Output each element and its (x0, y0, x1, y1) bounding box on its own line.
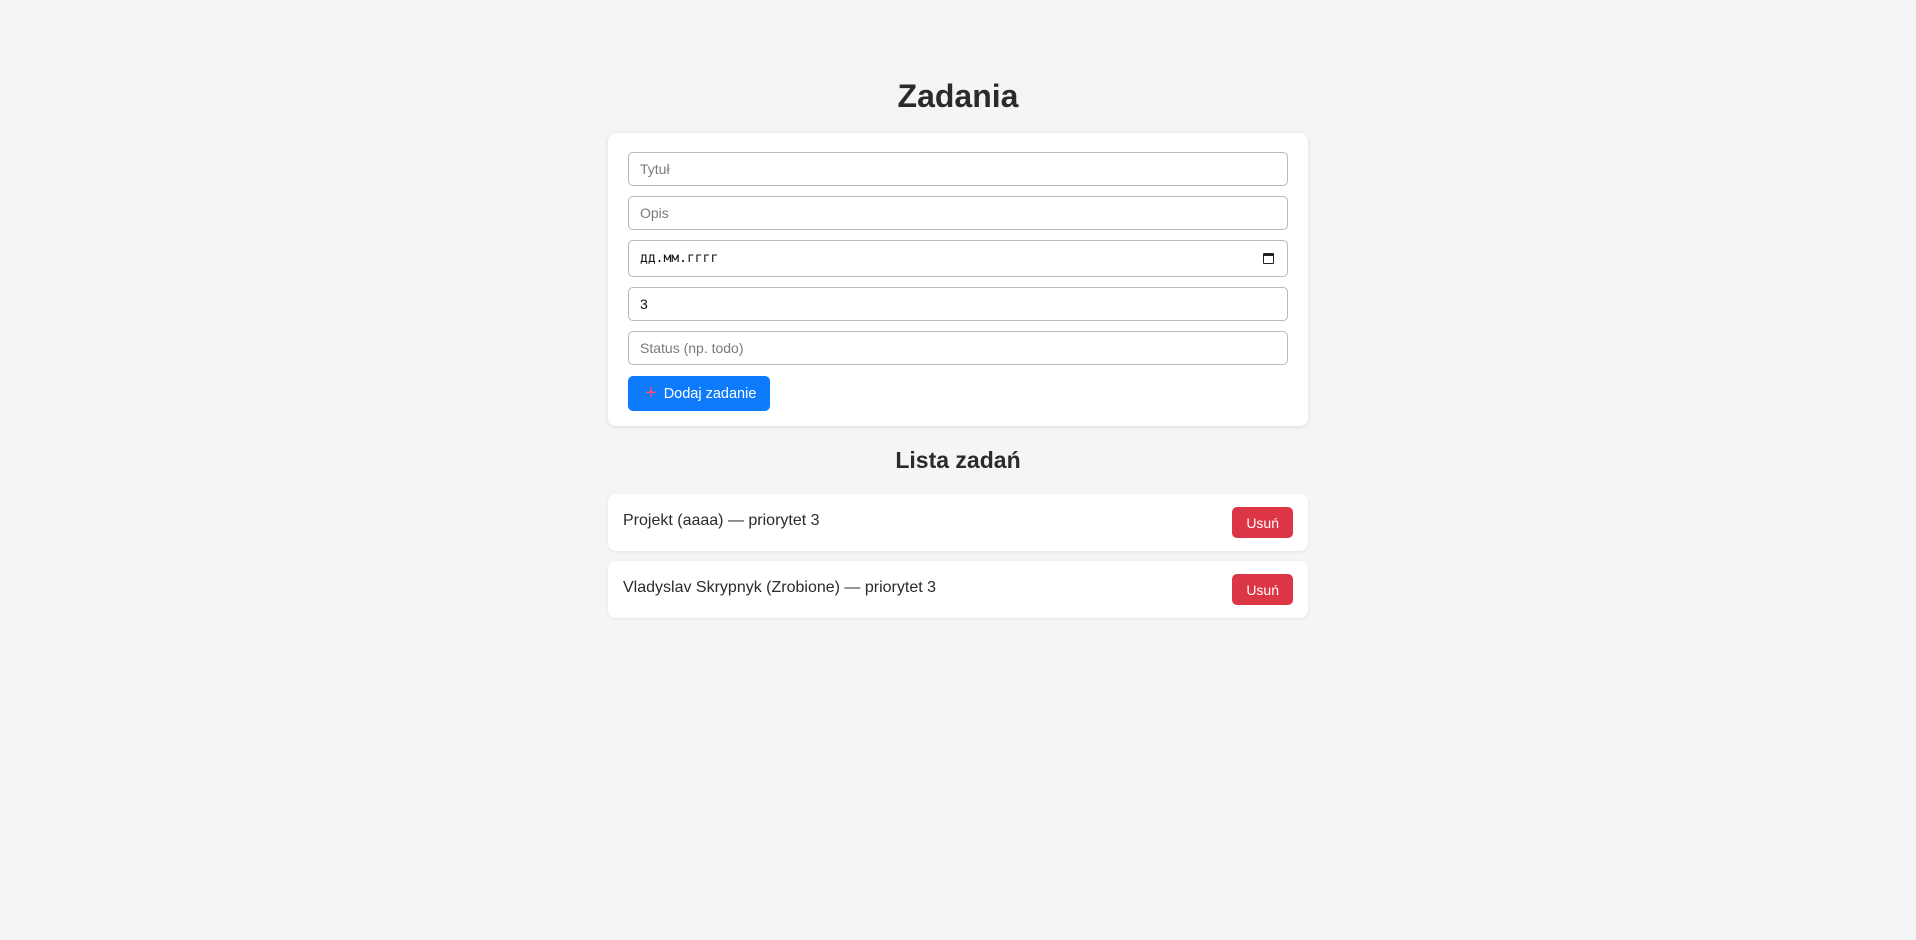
date-input[interactable]: дд.мм.гггг (628, 240, 1288, 277)
title-input[interactable]: Tytuł (628, 152, 1288, 186)
date-input-placeholder: дд.мм.гггг (640, 251, 719, 266)
add-task-button[interactable]: + Dodaj zadanie (628, 376, 771, 411)
add-task-button-label: Dodaj zadanie (663, 385, 757, 402)
list-item: Projekt (aaaa) — priorytet 3 Usuń (608, 494, 1308, 551)
task-form: Tytuł Opis дд.мм.гггг 3 Status (np. todo… (608, 133, 1308, 426)
delete-button[interactable]: Usuń (1232, 507, 1293, 538)
status-input-placeholder: Status (np. todo) (640, 340, 744, 356)
calendar-icon[interactable] (1263, 253, 1274, 264)
plus-icon: + (645, 381, 657, 404)
task-list-title: Lista zadań (895, 447, 1021, 473)
description-input[interactable]: Opis (628, 196, 1288, 230)
page-title: Zadania (897, 78, 1019, 114)
priority-input-value: 3 (640, 296, 648, 312)
status-input[interactable]: Status (np. todo) (628, 331, 1288, 365)
task-text: Projekt (aaaa) — priorytet 3 (623, 511, 820, 529)
page-container: Zadania Tytuł Opis дд.мм.гггг 3 Status (… (608, 0, 1308, 618)
title-input-placeholder: Tytuł (640, 161, 670, 177)
delete-button[interactable]: Usuń (1232, 574, 1293, 605)
task-text: Vladyslav Skrypnyk (Zrobione) — prioryte… (623, 578, 936, 596)
list-item: Vladyslav Skrypnyk (Zrobione) — prioryte… (608, 561, 1308, 618)
priority-input[interactable]: 3 (628, 287, 1288, 321)
description-input-placeholder: Opis (640, 205, 669, 221)
